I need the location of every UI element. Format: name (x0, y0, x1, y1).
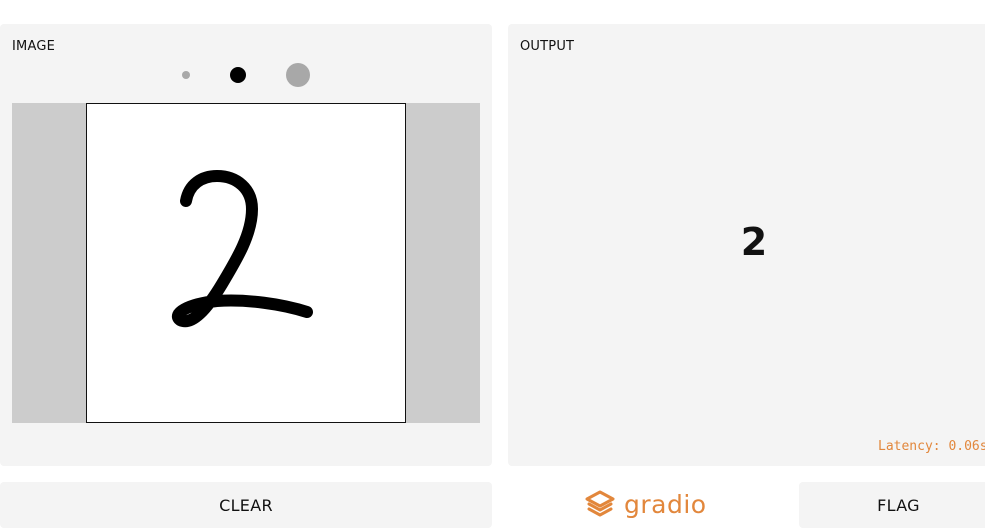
clear-button[interactable]: CLEAR (0, 482, 492, 528)
sketchpad-canvas[interactable] (86, 103, 406, 423)
latency-text: Latency: 0.06s (878, 439, 985, 454)
gradio-logo-icon (585, 490, 615, 517)
output-panel: OUTPUT 2 Latency: 0.06s (508, 24, 985, 466)
flag-button[interactable]: FLAG (799, 482, 985, 528)
prediction-text: 2 (740, 220, 768, 264)
input-panel: IMAGE (0, 24, 492, 466)
output-label: OUTPUT (520, 39, 575, 54)
drawn-digit-stroke (172, 170, 313, 328)
brush-large-button[interactable] (286, 63, 310, 87)
brush-size-selector (0, 62, 492, 88)
brush-small-button[interactable] (182, 71, 190, 79)
gradio-brand-text: gradio (624, 489, 707, 519)
gradio-app: IMAGE OUTPUT 2 Latency: 0.06s CLEAR grad… (0, 0, 985, 528)
gradio-branding-link[interactable]: gradio (584, 486, 724, 522)
sketchpad-backdrop (12, 103, 480, 423)
input-label: IMAGE (12, 39, 56, 54)
brush-medium-button[interactable] (230, 67, 246, 83)
